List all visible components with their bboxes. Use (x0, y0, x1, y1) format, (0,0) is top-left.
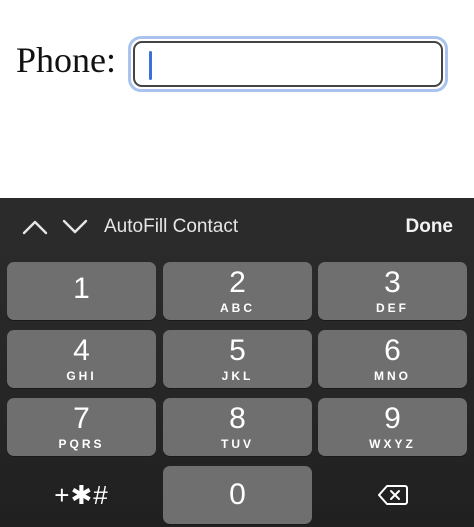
key-letters: MNO (374, 369, 411, 383)
symbols-label: +✱# (54, 479, 109, 510)
key-2[interactable]: 2 ABC (163, 262, 312, 320)
key-digit: 8 (229, 402, 246, 435)
autofill-contact-button[interactable]: AutoFill Contact (104, 215, 238, 239)
key-digit: 7 (73, 402, 90, 435)
key-7[interactable]: 7 PQRS (7, 398, 156, 456)
chevron-down-icon (62, 219, 88, 234)
key-digit: 9 (384, 402, 401, 435)
key-digit: 6 (384, 334, 401, 367)
previous-field-button[interactable] (20, 212, 50, 242)
key-digit: 2 (229, 266, 246, 299)
chevron-up-icon (22, 220, 48, 235)
key-4[interactable]: 4 GHI (7, 330, 156, 388)
key-letters: DEF (376, 301, 409, 315)
key-digit: 3 (384, 266, 401, 299)
phone-input[interactable] (157, 43, 433, 85)
key-6[interactable]: 6 MNO (318, 330, 467, 388)
key-digit: 4 (73, 334, 90, 367)
next-field-button[interactable] (60, 212, 90, 242)
phone-field[interactable] (133, 41, 443, 87)
key-letters: JKL (221, 369, 254, 383)
key-8[interactable]: 8 TUV (163, 398, 312, 456)
key-letters: TUV (221, 437, 254, 451)
keyboard-accessory-bar: AutoFill Contact Done (0, 198, 474, 256)
backspace-icon (377, 485, 408, 505)
key-letters: ABC (220, 301, 255, 315)
key-digit: 5 (229, 334, 246, 367)
key-letters: GHI (66, 369, 97, 383)
key-5[interactable]: 5 JKL (163, 330, 312, 388)
symbols-key[interactable]: +✱# (7, 466, 156, 524)
key-letters: WXYZ (369, 437, 416, 451)
key-digit: 1 (73, 272, 90, 305)
key-letters: PQRS (58, 437, 105, 451)
form-area: Phone: (0, 0, 474, 198)
done-button[interactable]: Done (406, 215, 454, 239)
phone-field-focus-ring[interactable] (128, 36, 448, 92)
key-3[interactable]: 3 DEF (318, 262, 467, 320)
phone-label: Phone: (16, 40, 117, 80)
key-1[interactable]: 1 (7, 262, 156, 320)
key-digit: 0 (229, 478, 246, 511)
delete-key[interactable] (318, 466, 467, 524)
numeric-keyboard: AutoFill Contact Done 1 2 ABC 3 DEF 4 GH… (0, 198, 474, 527)
key-9[interactable]: 9 WXYZ (318, 398, 467, 456)
key-0[interactable]: 0 (163, 466, 312, 524)
text-caret (149, 51, 152, 80)
